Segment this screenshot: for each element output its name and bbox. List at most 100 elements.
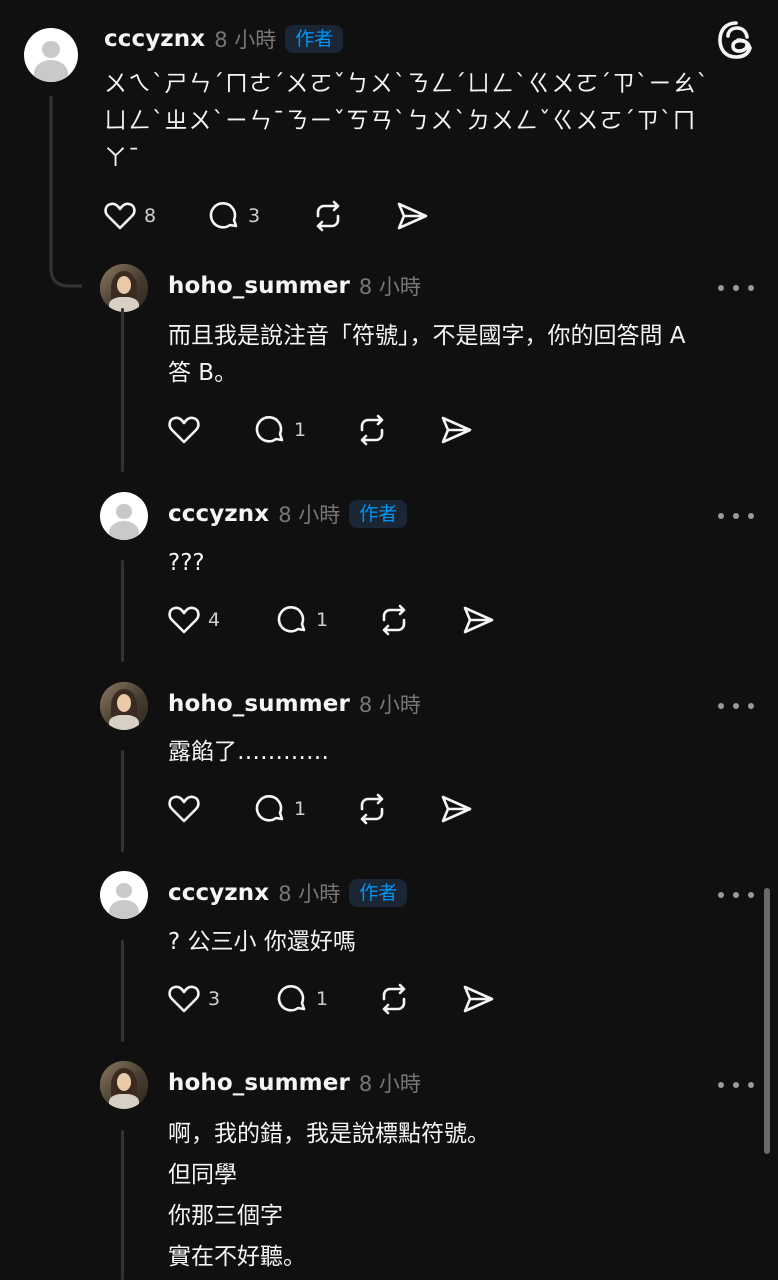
post-header: cccyznx 8 小時 作者 — [168, 878, 408, 908]
dot — [748, 285, 754, 291]
comment-icon — [255, 795, 284, 822]
text-line: 而且我是說注音「符號」，不是國字，你的回答問 A — [168, 323, 686, 349]
text-line: ? 公三小 你還好嗎 — [168, 929, 356, 955]
text-line: ㄨㄟˋㄕㄣˊㄇㄜˊㄨㄛˇㄅㄨˋㄋㄥˊㄩㄥˋㄍㄨㄛˊㄗˋㄧㄠˋ — [104, 71, 709, 97]
reply-count: 1 — [316, 609, 329, 631]
username[interactable]: cccyznx — [168, 501, 269, 527]
repost-icon — [360, 793, 384, 825]
repost-icon — [360, 414, 384, 446]
thread-line — [121, 750, 124, 852]
dot — [718, 513, 724, 519]
dot — [733, 703, 739, 709]
post-time: 8 小時 — [358, 693, 421, 717]
text-line: 你那三個字 — [168, 1203, 283, 1229]
like-button[interactable] — [166, 412, 252, 448]
avatar-photo-face — [116, 693, 132, 712]
dot — [718, 703, 724, 709]
post-text: ㄨㄟˋㄕㄣˊㄇㄜˊㄨㄛˇㄅㄨˋㄋㄥˊㄩㄥˋㄍㄨㄛˊㄗˋㄧㄠˋ ㄩㄥˋㄓㄨˋㄧㄣ¯… — [104, 66, 709, 177]
reply-button[interactable]: 3 — [206, 198, 310, 234]
default-avatar-body — [33, 60, 69, 82]
send-icon — [463, 985, 494, 1013]
reply-count: 1 — [316, 988, 329, 1010]
avatar[interactable] — [24, 28, 78, 82]
heart-icon — [168, 795, 200, 823]
dot — [733, 892, 739, 898]
repost-button[interactable] — [310, 198, 394, 234]
text-line: 但同學 — [168, 1162, 237, 1188]
action-bar: 3 1 — [166, 981, 496, 1017]
scrollbar[interactable] — [764, 888, 770, 1154]
heart-icon — [168, 606, 200, 634]
username[interactable]: hoho_summer — [168, 691, 350, 717]
post-header: cccyznx 8 小時 作者 — [104, 24, 344, 54]
dot — [733, 513, 739, 519]
dot — [733, 285, 739, 291]
post-header: cccyznx 8 小時 作者 — [168, 499, 408, 529]
repost-button[interactable] — [354, 791, 438, 827]
share-button[interactable] — [438, 412, 474, 448]
more-options-icon[interactable] — [718, 281, 754, 295]
heart-icon — [168, 985, 200, 1013]
author-badge: 作者 — [349, 500, 408, 528]
text-line: ??? — [168, 550, 205, 576]
username[interactable]: hoho_summer — [168, 1070, 350, 1096]
avatar[interactable] — [100, 871, 148, 919]
repost-icon — [316, 200, 340, 232]
like-button[interactable]: 8 — [102, 198, 206, 234]
threads-logo-icon[interactable] — [716, 20, 756, 60]
comment-icon — [277, 606, 306, 633]
more-options-icon[interactable] — [718, 509, 754, 523]
send-icon — [441, 416, 472, 444]
comment-icon — [255, 416, 284, 443]
post-time: 8 小時 — [278, 882, 341, 906]
action-bar: 4 1 — [166, 602, 496, 638]
post-text: 啊，我的錯，我是說標點符號。 但同學 你那三個字 實在不好聽。 — [168, 1114, 490, 1278]
dot — [718, 1082, 724, 1088]
share-button[interactable] — [460, 602, 496, 638]
text-line: ㄩㄥˋㄓㄨˋㄧㄣ¯ㄋㄧˇㄎㄢˋㄅㄨˋㄉㄨㄥˇㄍㄨㄛˊㄗˋㄇ — [104, 108, 697, 134]
post-header: hoho_summer 8 小時 — [168, 689, 421, 719]
like-count: 4 — [208, 609, 221, 631]
more-options-icon[interactable] — [718, 699, 754, 713]
username[interactable]: cccyznx — [104, 26, 205, 52]
share-button[interactable] — [460, 981, 496, 1017]
reply-button[interactable]: 1 — [274, 981, 376, 1017]
post-time: 8 小時 — [278, 503, 341, 527]
post-text: ? 公三小 你還好嗎 — [168, 924, 356, 961]
reply-count: 1 — [294, 798, 307, 820]
avatar[interactable] — [100, 492, 148, 540]
reply-button[interactable]: 1 — [252, 791, 354, 827]
repost-button[interactable] — [354, 412, 438, 448]
reply-button[interactable]: 1 — [274, 602, 376, 638]
username[interactable]: cccyznx — [168, 880, 269, 906]
avatar-photo-face — [116, 275, 132, 294]
dot — [718, 285, 724, 291]
author-badge: 作者 — [285, 25, 344, 53]
more-options-icon[interactable] — [718, 888, 754, 902]
post-text: 露餡了………… — [168, 734, 329, 771]
share-button[interactable] — [394, 198, 430, 234]
reply-button[interactable]: 1 — [252, 412, 354, 448]
username[interactable]: hoho_summer — [168, 273, 350, 299]
heart-icon — [168, 416, 200, 444]
more-options-icon[interactable] — [718, 1078, 754, 1092]
default-avatar-body — [108, 899, 140, 919]
avatar-photo-face — [116, 1072, 132, 1091]
avatar[interactable] — [100, 1061, 148, 1109]
like-button[interactable]: 3 — [166, 981, 274, 1017]
text-line: 實在不好聽。 — [168, 1244, 306, 1270]
thread-line — [121, 940, 124, 1042]
post-header: hoho_summer 8 小時 — [168, 1068, 421, 1098]
repost-button[interactable] — [376, 602, 460, 638]
avatar[interactable] — [100, 264, 148, 312]
thread-line — [121, 1130, 124, 1280]
share-button[interactable] — [438, 791, 474, 827]
avatar-photo-shirt — [108, 714, 140, 730]
like-button[interactable]: 4 — [166, 602, 274, 638]
like-count: 3 — [208, 988, 221, 1010]
avatar[interactable] — [100, 682, 148, 730]
like-button[interactable] — [166, 791, 252, 827]
action-bar: 1 — [166, 791, 474, 827]
text-line: 答 B。 — [168, 360, 238, 386]
repost-button[interactable] — [376, 981, 460, 1017]
